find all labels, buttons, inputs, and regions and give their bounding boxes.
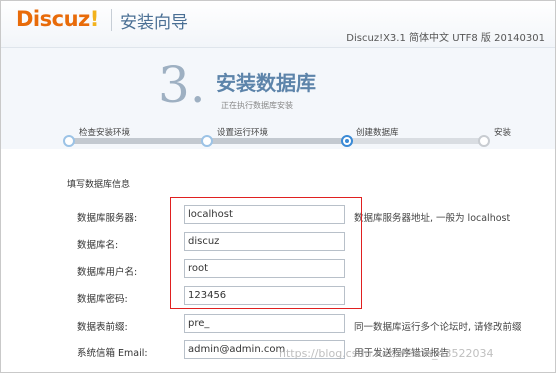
table-prefix-hint: 同一数据库运行多个论坛时, 请修改前缀: [354, 322, 522, 333]
installer-window: Discuz! 安装向导 Discuz!X3.1 简体中文 UTF8 版 201…: [0, 0, 556, 373]
table-prefix-input[interactable]: [184, 314, 345, 333]
step-label-install: 安装: [494, 128, 512, 138]
version-label: Discuz!X3.1 简体中文 UTF8 版 20140301: [346, 33, 545, 44]
db-name-label: 数据库名:: [77, 240, 119, 251]
progress-node-install: [478, 135, 490, 147]
discuz-logo: Discuz!: [16, 7, 99, 31]
step-subtitle: 正在执行数据库安装: [221, 101, 293, 110]
progress-node-set-env: [201, 135, 213, 147]
step-label-check-env: 检查安装环境: [79, 128, 131, 138]
db-server-label: 数据库服务器:: [77, 213, 138, 224]
db-password-label: 数据库密码:: [77, 294, 128, 305]
header-divider: [111, 9, 112, 31]
highlight-box: [170, 197, 362, 309]
db-user-label: 数据库用户名:: [77, 267, 138, 278]
step-label-create-db: 创建数据库: [356, 128, 399, 138]
step-label-set-env: 设置运行环境: [217, 128, 269, 138]
progress-node-create-db: [341, 135, 353, 147]
step-title: 安装数据库: [216, 71, 316, 95]
db-server-hint: 数据库服务器地址, 一般为 localhost: [354, 213, 511, 224]
step-number: 3.: [158, 56, 206, 114]
header-bar: Discuz! 安装向导 Discuz!X3.1 简体中文 UTF8 版 201…: [1, 1, 555, 48]
app-title: 安装向导: [120, 13, 188, 33]
table-prefix-label: 数据表前缀:: [77, 322, 128, 333]
progress-node-check-env: [63, 135, 75, 147]
watermark: https://blog.csdn.net/weixin_43522034: [279, 347, 494, 360]
admin-email-label: 系统信箱 Email:: [77, 348, 148, 359]
section-title: 填写数据库信息: [67, 180, 131, 190]
